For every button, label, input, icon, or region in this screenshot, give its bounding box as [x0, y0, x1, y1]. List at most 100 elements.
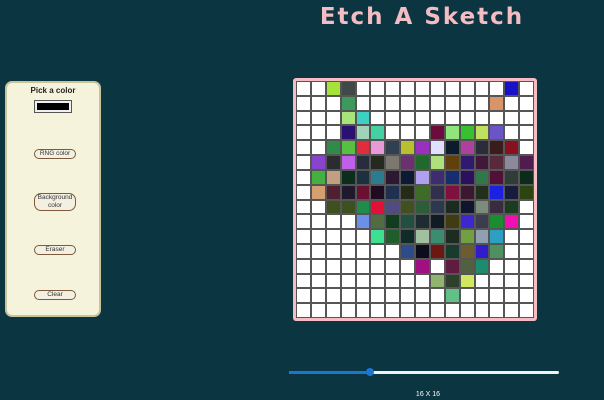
grid-cell[interactable] [355, 95, 371, 111]
grid-cell[interactable] [340, 95, 356, 111]
grid-cell[interactable] [474, 273, 490, 289]
grid-cell[interactable] [355, 273, 371, 289]
grid-cell[interactable] [444, 243, 460, 259]
grid-cell[interactable] [429, 273, 445, 289]
grid-cell[interactable] [429, 229, 445, 244]
grid-cell[interactable] [400, 140, 415, 156]
grid-cell[interactable] [370, 110, 386, 126]
grid-cell[interactable] [310, 81, 326, 96]
grid-cell[interactable] [325, 155, 341, 170]
grid-cell[interactable] [370, 303, 386, 318]
grid-cell[interactable] [459, 155, 475, 170]
grid-cell[interactable] [429, 199, 445, 215]
grid-cell[interactable] [489, 140, 505, 156]
grid-cell[interactable] [474, 214, 490, 230]
grid-cell[interactable] [415, 214, 430, 230]
grid-cell[interactable] [459, 273, 475, 289]
grid-cell[interactable] [340, 125, 356, 141]
grid-cell[interactable] [415, 110, 430, 126]
grid-cell[interactable] [415, 229, 430, 244]
grid-cell[interactable] [504, 95, 520, 111]
grid-cell[interactable] [519, 95, 534, 111]
grid-cell[interactable] [489, 273, 505, 289]
grid-cell[interactable] [519, 273, 534, 289]
grid-cell[interactable] [296, 110, 311, 126]
grid-cell[interactable] [385, 125, 401, 141]
grid-cell[interactable] [459, 288, 475, 304]
grid-cell[interactable] [340, 140, 356, 156]
grid-cell[interactable] [459, 229, 475, 244]
grid-cell[interactable] [444, 95, 460, 111]
grid-cell[interactable] [459, 169, 475, 185]
grid-cell[interactable] [355, 81, 371, 96]
grid-cell[interactable] [459, 81, 475, 96]
grid-cell[interactable] [310, 303, 326, 318]
grid-cell[interactable] [504, 125, 520, 141]
grid-cell[interactable] [504, 303, 520, 318]
grid-cell[interactable] [474, 229, 490, 244]
grid-cell[interactable] [340, 81, 356, 96]
grid-cell[interactable] [310, 229, 326, 244]
grid-cell[interactable] [355, 258, 371, 274]
grid-cell[interactable] [429, 258, 445, 274]
grid-cell[interactable] [325, 199, 341, 215]
grid-cell[interactable] [444, 125, 460, 141]
grid-cell[interactable] [325, 184, 341, 200]
grid-cell[interactable] [370, 95, 386, 111]
grid-cell[interactable] [444, 184, 460, 200]
grid-cell[interactable] [385, 258, 401, 274]
grid-cell[interactable] [400, 184, 415, 200]
grid-cell[interactable] [355, 288, 371, 304]
grid-cell[interactable] [474, 184, 490, 200]
grid-cell[interactable] [429, 288, 445, 304]
grid-cell[interactable] [340, 169, 356, 185]
grid-cell[interactable] [370, 81, 386, 96]
grid-cell[interactable] [504, 288, 520, 304]
rng-color-button[interactable]: RNG color [34, 149, 76, 159]
grid-cell[interactable] [474, 155, 490, 170]
grid-cell[interactable] [325, 258, 341, 274]
grid-cell[interactable] [296, 199, 311, 215]
grid-cell[interactable] [504, 229, 520, 244]
grid-cell[interactable] [370, 273, 386, 289]
grid-cell[interactable] [325, 169, 341, 185]
grid-cell[interactable] [459, 243, 475, 259]
grid-cell[interactable] [489, 95, 505, 111]
grid-cell[interactable] [340, 258, 356, 274]
grid-cell[interactable] [429, 169, 445, 185]
grid-cell[interactable] [519, 169, 534, 185]
grid-cell[interactable] [400, 199, 415, 215]
grid-cell[interactable] [489, 214, 505, 230]
grid-cell[interactable] [385, 214, 401, 230]
grid-cell[interactable] [444, 229, 460, 244]
grid-cell[interactable] [474, 125, 490, 141]
grid-cell[interactable] [504, 169, 520, 185]
grid-cell[interactable] [519, 199, 534, 215]
grid-cell[interactable] [370, 229, 386, 244]
grid-cell[interactable] [325, 140, 341, 156]
grid-cell[interactable] [519, 110, 534, 126]
grid-cell[interactable] [504, 273, 520, 289]
grid-cell[interactable] [296, 273, 311, 289]
grid-cell[interactable] [355, 229, 371, 244]
grid-cell[interactable] [519, 243, 534, 259]
grid-cell[interactable] [429, 140, 445, 156]
grid-cell[interactable] [310, 95, 326, 111]
grid-cell[interactable] [296, 243, 311, 259]
grid-cell[interactable] [296, 169, 311, 185]
grid-cell[interactable] [400, 288, 415, 304]
grid-cell[interactable] [355, 155, 371, 170]
grid-cell[interactable] [429, 303, 445, 318]
grid-cell[interactable] [519, 125, 534, 141]
grid-cell[interactable] [340, 288, 356, 304]
grid-cell[interactable] [385, 184, 401, 200]
grid-cell[interactable] [370, 288, 386, 304]
grid-cell[interactable] [400, 110, 415, 126]
grid-cell[interactable] [296, 155, 311, 170]
grid-cell[interactable] [519, 214, 534, 230]
grid-cell[interactable] [415, 140, 430, 156]
grid-cell[interactable] [474, 199, 490, 215]
grid-cell[interactable] [400, 125, 415, 141]
grid-cell[interactable] [385, 155, 401, 170]
grid-cell[interactable] [370, 214, 386, 230]
